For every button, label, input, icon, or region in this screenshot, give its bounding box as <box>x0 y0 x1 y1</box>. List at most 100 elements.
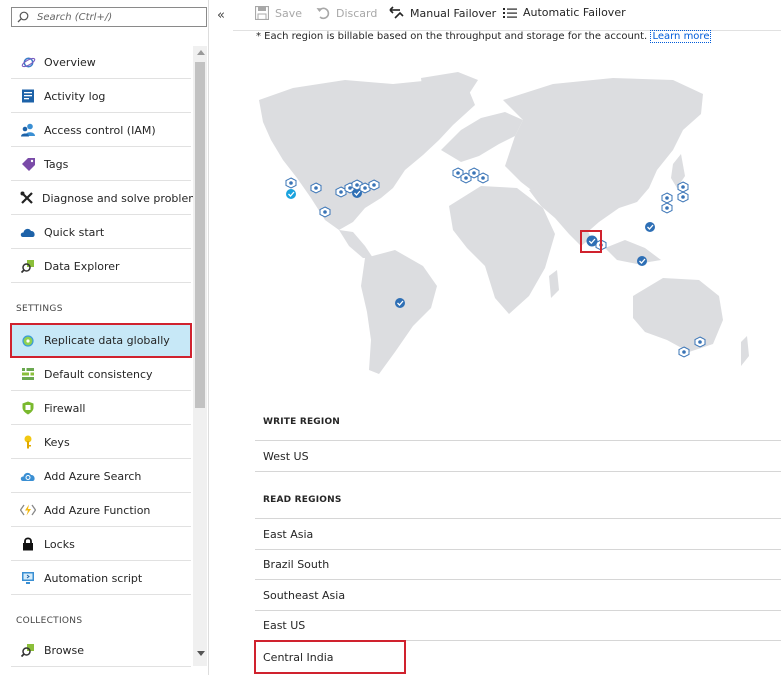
nav-label: Default consistency <box>44 367 153 381</box>
command-bar: Save Discard Manual Failover Automatic F… <box>233 0 781 31</box>
nav-label: Keys <box>44 435 70 449</box>
read-region-row[interactable]: East US <box>255 611 781 641</box>
sidebar: « Overview Activity log Access control (… <box>0 0 225 675</box>
read-region-row-highlighted[interactable]: Central India <box>254 640 406 674</box>
undo-icon <box>316 6 330 20</box>
region-marker[interactable] <box>285 177 297 189</box>
save-label: Save <box>275 6 303 20</box>
region-marker-selected[interactable] <box>645 222 655 232</box>
search-box[interactable] <box>11 7 207 27</box>
region-marker[interactable] <box>677 191 689 203</box>
nav-quick-start[interactable]: Quick start <box>11 216 191 249</box>
lock-icon <box>20 536 36 552</box>
browse-icon <box>20 642 36 658</box>
nav-label: Access control (IAM) <box>44 123 156 137</box>
discard-label: Discard <box>336 6 378 20</box>
cloud-icon <box>20 224 36 240</box>
nav-locks[interactable]: Locks <box>11 528 191 561</box>
nav-label: Add Azure Search <box>44 469 142 483</box>
search-cloud-icon <box>20 468 36 484</box>
collapse-sidebar-button[interactable]: « <box>217 8 225 23</box>
main-panel: Save Discard Manual Failover Automatic F… <box>233 0 781 675</box>
activity-log-icon <box>20 88 36 104</box>
read-region-row[interactable]: Brazil South <box>255 550 781 580</box>
nav-label: Tags <box>44 157 69 171</box>
key-icon <box>20 434 36 450</box>
billing-note-text: * Each region is billable based on the t… <box>256 31 648 42</box>
data-explorer-icon <box>20 258 36 274</box>
automatic-failover-button[interactable]: Automatic Failover <box>503 6 626 19</box>
sidebar-scrollbar[interactable] <box>193 46 207 666</box>
manual-failover-icon <box>389 6 404 20</box>
automation-icon <box>20 570 36 586</box>
nav-access-control[interactable]: Access control (IAM) <box>11 114 191 147</box>
learn-more-link[interactable]: Learn more <box>650 30 712 43</box>
discard-button[interactable]: Discard <box>316 6 377 20</box>
manual-failover-button[interactable]: Manual Failover <box>389 6 496 20</box>
region-marker[interactable] <box>368 179 380 191</box>
tag-icon <box>20 156 36 172</box>
search-input[interactable] <box>37 9 197 25</box>
region-marker[interactable] <box>677 181 689 193</box>
region-marker[interactable] <box>310 182 322 194</box>
nav-data-explorer[interactable]: Data Explorer <box>11 250 191 283</box>
write-region-row[interactable]: West US <box>255 441 781 472</box>
region-marker[interactable] <box>661 202 673 214</box>
nav-tags[interactable]: Tags <box>11 148 191 181</box>
firewall-icon <box>20 400 36 416</box>
read-regions-header: READ REGIONS <box>255 472 781 519</box>
nav-label: Automation script <box>44 571 143 585</box>
read-region-row[interactable]: East Asia <box>255 519 781 550</box>
search-icon <box>17 11 29 26</box>
region-marker[interactable] <box>694 336 706 348</box>
save-button[interactable]: Save <box>255 6 302 20</box>
nav-label: Replicate data globally <box>44 334 170 347</box>
collections-section-header: COLLECTIONS <box>16 616 83 626</box>
function-icon <box>20 502 36 518</box>
region-marker-write[interactable] <box>286 189 296 199</box>
users-icon <box>20 122 36 138</box>
region-marker[interactable] <box>477 172 489 184</box>
region-marker[interactable] <box>319 206 331 218</box>
nav-label: Diagnose and solve problems <box>42 191 205 205</box>
nav-label: Add Azure Function <box>44 503 151 517</box>
billing-note: * Each region is billable based on the t… <box>256 30 712 43</box>
nav-overview[interactable]: Overview <box>11 46 191 79</box>
nav-activity-log[interactable]: Activity log <box>11 80 191 113</box>
region-marker[interactable] <box>661 192 673 204</box>
region-marker-selected[interactable] <box>395 298 405 308</box>
automatic-failover-label: Automatic Failover <box>523 6 626 19</box>
nav-browse[interactable]: Browse <box>11 634 191 667</box>
settings-section-header: SETTINGS <box>16 304 63 314</box>
nav-add-azure-search[interactable]: Add Azure Search <box>11 460 191 493</box>
nav-label: Locks <box>44 537 75 551</box>
read-region-row[interactable]: Southeast Asia <box>255 580 781 611</box>
nav-automation-script[interactable]: Automation script <box>11 562 191 595</box>
replicate-globe-icon <box>20 333 36 349</box>
scrollbar-thumb[interactable] <box>195 62 205 408</box>
scroll-down-arrow-icon[interactable] <box>197 651 205 656</box>
manual-failover-label: Manual Failover <box>410 6 497 20</box>
nav-label: Activity log <box>44 89 106 103</box>
region-marker-selected[interactable] <box>637 256 647 266</box>
world-region-map[interactable] <box>253 70 763 390</box>
globe-icon <box>20 54 36 70</box>
write-region-header: WRITE REGION <box>255 404 781 441</box>
nav-firewall[interactable]: Firewall <box>11 392 191 425</box>
scroll-up-arrow-icon[interactable] <box>197 50 205 55</box>
nav-default-consistency[interactable]: Default consistency <box>11 358 191 391</box>
nav-add-azure-function[interactable]: Add Azure Function <box>11 494 191 527</box>
nav-label: Overview <box>44 55 96 69</box>
wrench-icon <box>20 190 34 206</box>
list-icon <box>503 7 517 19</box>
nav-keys[interactable]: Keys <box>11 426 191 459</box>
nav-label: Browse <box>44 643 85 657</box>
nav-diagnose[interactable]: Diagnose and solve problems <box>11 182 205 215</box>
region-marker[interactable] <box>678 346 690 358</box>
nav-label: Quick start <box>44 225 105 239</box>
world-map-landmass <box>259 72 749 374</box>
nav-label: Data Explorer <box>44 259 120 273</box>
nav-label: Firewall <box>44 401 86 415</box>
nav-replicate-data-globally[interactable]: Replicate data globally <box>10 323 192 358</box>
save-icon <box>255 6 269 20</box>
